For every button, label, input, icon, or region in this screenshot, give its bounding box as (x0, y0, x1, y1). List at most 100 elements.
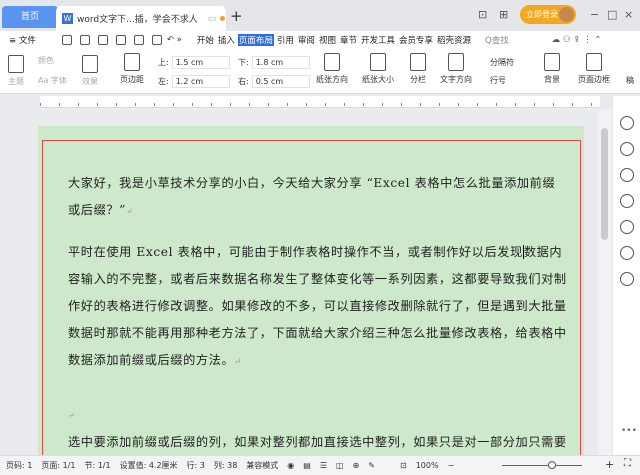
ruler[interactable] (40, 96, 600, 108)
menu-start[interactable]: 开始 (196, 34, 215, 46)
read-view-icon[interactable]: ◫ (336, 461, 344, 470)
paragraph-text: 选中要添加前缀或后缀的列，如果对整列都加直接选中整列，如果只是对一部分加只需要 (68, 435, 567, 449)
menu-member[interactable]: 会员专享 (398, 34, 434, 46)
write-icon[interactable]: ✎ (368, 461, 375, 470)
eye-protection-icon[interactable]: ◉ (287, 461, 294, 470)
menu-developer[interactable]: 开发工具 (360, 34, 396, 46)
paper-size-button[interactable]: 纸张大小 (362, 53, 394, 85)
zoom-slider-handle[interactable] (548, 461, 556, 469)
avatar (559, 7, 574, 22)
settings-slider-icon[interactable] (620, 194, 634, 208)
ribbon: 主题 颜色 Aa 字体 效果 页边距 上:1.5 cm 左:1.2 cm 下:1… (0, 49, 640, 94)
columns-icon (410, 53, 426, 71)
paragraph: 选中要添加前缀或后缀的列，如果对整列都加直接选中整列，如果只是对一部分加只需要 (68, 429, 568, 456)
status-setting: 设置值: 4.2厘米 (120, 460, 178, 471)
page-border-button[interactable]: 页面边框 (578, 53, 610, 85)
effects-button[interactable]: 效果 (82, 55, 98, 87)
colors-button[interactable]: 颜色 (38, 55, 54, 66)
orientation-button[interactable]: 纸张方向 (316, 53, 348, 85)
fullscreen-icon[interactable]: ⛶ (624, 458, 631, 469)
effects-icon (82, 55, 98, 73)
share-icon[interactable] (620, 246, 634, 260)
scrollbar-thumb[interactable] (601, 128, 608, 240)
background-button[interactable]: 背景 (544, 53, 560, 85)
columns-label: 分栏 (410, 75, 426, 84)
maximize-button[interactable]: □ (607, 8, 617, 21)
top-margin-label: 上: (158, 57, 169, 68)
bottom-margin-label: 下: (238, 57, 249, 68)
export-pdf-icon[interactable] (116, 35, 126, 45)
web-view-icon[interactable]: ⊕ (353, 461, 360, 470)
pen-icon[interactable] (620, 142, 634, 156)
empty-paragraph: ↵ (68, 401, 568, 429)
right-margin-input[interactable]: 0.5 cm (252, 75, 310, 88)
fit-icon[interactable]: ⊡ (400, 461, 407, 470)
backup-icon[interactable] (620, 272, 634, 286)
zoom-slider[interactable] (502, 465, 582, 466)
left-margin-input[interactable]: 1.2 cm (172, 75, 230, 88)
zoom-in-button[interactable]: + (605, 458, 614, 471)
zoom-out-button[interactable]: − (448, 461, 455, 470)
menu-resources[interactable]: 稻壳资源 (436, 34, 472, 46)
window-icon[interactable]: ▭ (208, 14, 217, 24)
bottom-margin-input[interactable]: 1.8 cm (252, 56, 310, 69)
style-icon[interactable] (620, 116, 634, 130)
layout-icon[interactable]: ⊡ (478, 8, 487, 21)
text-direction-label: 文字方向 (440, 75, 472, 84)
theme-button[interactable]: 主题 (8, 55, 24, 87)
margins-button[interactable]: 页边距 (120, 53, 144, 85)
fonts-button[interactable]: Aa 字体 (38, 75, 67, 86)
text-direction-button[interactable]: 文字方向 (440, 53, 472, 85)
unsaved-dot-icon (220, 16, 225, 21)
text-direction-icon (448, 53, 464, 71)
paragraph-text: 大家好，我是小草技术分享的小白，今天给大家分享 “Excel 表格中怎么批量添加… (68, 176, 555, 217)
paragraph-text: 数据内容输入的不完整，或者后来数据名称发生了整体变化等一系列因素，这都要导致我们… (68, 245, 567, 367)
new-icon[interactable] (62, 35, 72, 45)
columns-button[interactable]: 分栏 (410, 53, 426, 85)
select-icon[interactable] (620, 168, 634, 182)
login-button[interactable]: 立即登录 (520, 5, 576, 24)
page-border-label: 页面边框 (578, 75, 610, 84)
document-body[interactable]: 大家好，我是小草技术分享的小白，今天给大家分享 “Excel 表格中怎么批量添加… (68, 170, 568, 456)
top-margin-input[interactable]: 1.5 cm (172, 56, 230, 69)
menu-review[interactable]: 审阅 (297, 34, 316, 46)
cloud-icon[interactable]: ☁ ⚇ ⇪ ⋮ ⌃ (552, 35, 602, 45)
paragraph: 平时在使用 Excel 表格中，可能由于制作表格时操作不当，或者制作好以后发现数… (68, 239, 568, 375)
menu-insert[interactable]: 插入 (217, 34, 236, 46)
undo-icon[interactable]: ↶ » (167, 35, 182, 45)
search-button[interactable]: Q查找 (484, 34, 510, 46)
menu-references[interactable]: 引用 (276, 34, 295, 46)
paper-size-label: 纸张大小 (362, 75, 394, 84)
right-margin-label: 右: (238, 76, 249, 87)
close-button[interactable]: × (624, 8, 633, 21)
status-page: 页码: 1 (6, 460, 32, 471)
more-button[interactable]: 稿 (626, 75, 634, 86)
print-icon[interactable] (134, 35, 144, 45)
status-row: 行: 3 (187, 460, 205, 471)
zoom-level[interactable]: 100% (416, 461, 439, 470)
menu-section[interactable]: 章节 (339, 34, 358, 46)
effects-label: 效果 (82, 77, 98, 86)
outline-view-icon[interactable]: ☰ (320, 461, 327, 470)
more-icon[interactable]: ••• (621, 426, 637, 436)
left-margin-label: 左: (158, 76, 169, 87)
tab-document[interactable]: W word文字下...插，学会不求人 ▭ (56, 6, 226, 31)
tab-home[interactable]: 首页 (2, 6, 58, 28)
orientation-icon (324, 53, 340, 71)
file-menu[interactable]: ≡ 文件 (8, 34, 37, 46)
menu-page-layout[interactable]: 页面布局 (238, 34, 274, 46)
grid-icon[interactable]: ⊞ (499, 8, 508, 21)
minimize-button[interactable]: − (590, 8, 599, 21)
preview-icon[interactable] (152, 35, 162, 45)
paragraph: 大家好，我是小草技术分享的小白，今天给大家分享 “Excel 表格中怎么批量添加… (68, 170, 568, 225)
help-icon[interactable] (620, 220, 634, 234)
page-view-icon[interactable]: ▤ (303, 461, 311, 470)
menu-view[interactable]: 视图 (318, 34, 337, 46)
save-icon[interactable] (98, 35, 108, 45)
tab-bar: 首页 W word文字下...插，学会不求人 ▭ + ⊡ ⊞ 立即登录 − □ … (0, 0, 640, 31)
new-tab-button[interactable]: + (230, 7, 243, 25)
open-icon[interactable] (80, 35, 90, 45)
line-numbers-button[interactable]: 行号 (490, 75, 506, 86)
breaks-button[interactable]: 分隔符 (490, 57, 514, 68)
login-label: 立即登录 (526, 10, 558, 19)
